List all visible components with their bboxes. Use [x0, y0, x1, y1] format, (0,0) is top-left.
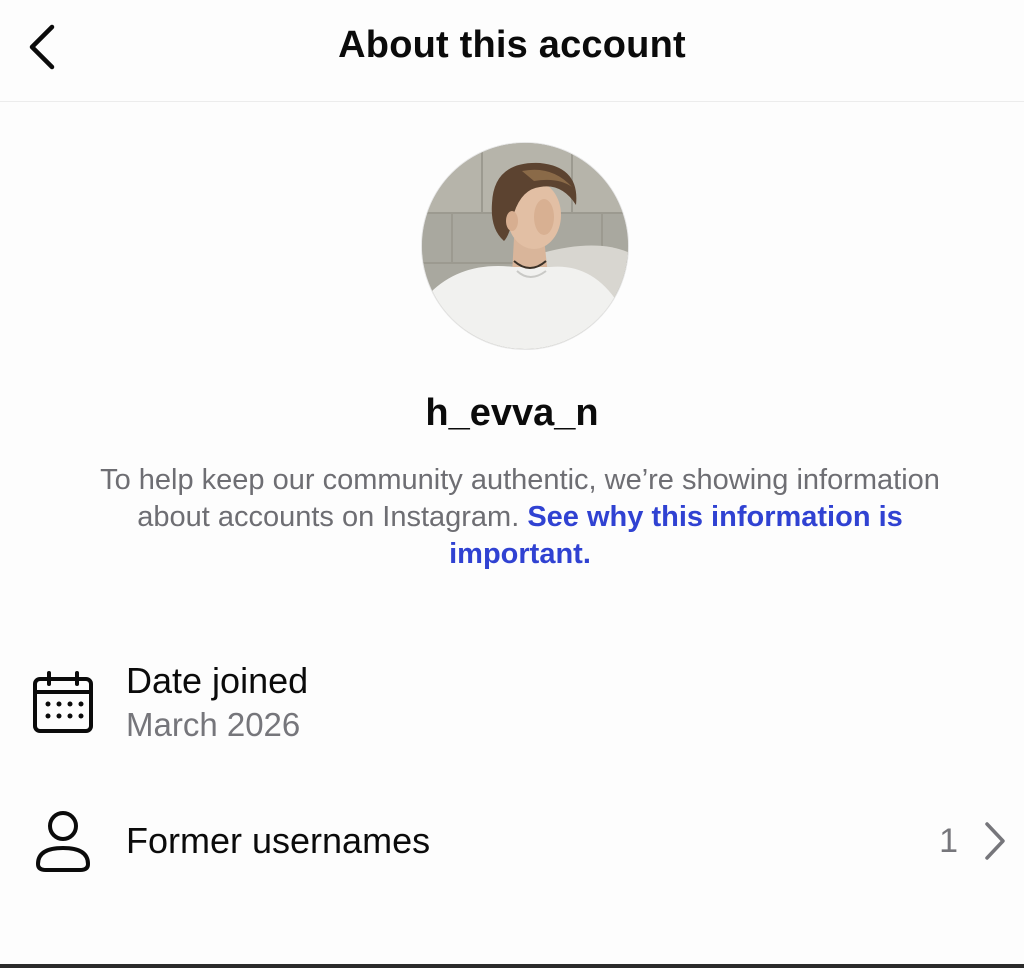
former-usernames-count: 1	[939, 822, 958, 860]
calendar-icon	[30, 670, 96, 741]
former-usernames-row[interactable]: Former usernames 1	[0, 800, 1024, 886]
username: h_evva_n	[425, 392, 599, 434]
page-title: About this account	[338, 24, 686, 66]
person-icon	[30, 808, 96, 881]
header: About this account	[0, 0, 1024, 102]
date-joined-value: March 2026	[126, 706, 301, 743]
former-usernames-label: Former usernames	[126, 820, 431, 861]
profile-photo	[422, 143, 628, 349]
chevron-right-icon	[982, 820, 1008, 867]
avatar	[421, 142, 629, 350]
info-description: To help keep our community authentic, we…	[100, 462, 940, 573]
date-joined-row: Date joined March 2026	[0, 650, 1024, 760]
date-joined-label: Date joined	[126, 660, 309, 701]
bottom-divider	[0, 964, 1024, 968]
about-account-screen: About this account h_evva_n To help keep…	[0, 0, 1024, 968]
